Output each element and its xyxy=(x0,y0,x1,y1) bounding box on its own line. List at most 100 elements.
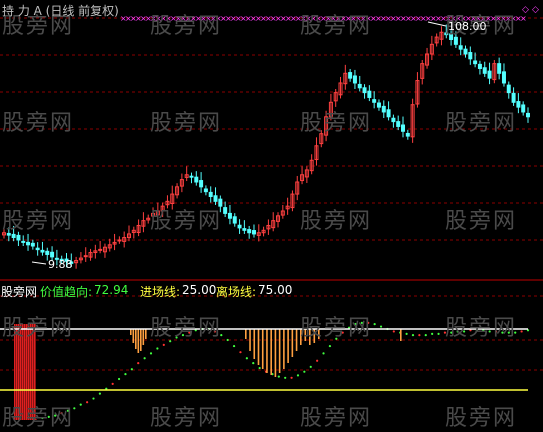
watermark-text: 股旁网 xyxy=(300,14,373,39)
entry-label: 进场线: xyxy=(140,285,181,299)
indicator-dot xyxy=(162,343,165,346)
indicator-dot xyxy=(92,397,95,400)
indicator-dot xyxy=(316,359,319,362)
trend-bar xyxy=(278,329,281,373)
indicator-dot xyxy=(156,347,159,350)
candle-body xyxy=(511,92,516,103)
indicator-dot xyxy=(520,330,523,333)
candle-body xyxy=(477,63,482,69)
candle-body xyxy=(45,250,50,255)
trend-bar xyxy=(253,329,256,359)
candle-body xyxy=(352,75,357,84)
candle-body xyxy=(396,121,401,127)
candle-body xyxy=(223,207,228,214)
indicator-dot xyxy=(284,376,287,379)
trend-bar xyxy=(400,329,402,341)
candle-body xyxy=(98,248,103,251)
candle-body xyxy=(232,216,237,224)
candle-body xyxy=(405,132,410,137)
watermark-text: 股旁网 xyxy=(150,111,223,136)
candle-body xyxy=(16,234,21,241)
watermark-text: 股旁网 xyxy=(2,209,75,234)
indicator-dot xyxy=(437,332,440,335)
candle-body xyxy=(117,239,122,242)
candle-body xyxy=(247,229,252,234)
chart-title: 持 力 A (日线 前复权) xyxy=(2,4,119,18)
indicator-dot xyxy=(431,332,434,335)
trend-bar xyxy=(261,329,264,369)
signal-marker: × xyxy=(520,14,527,23)
trend-label: 价值趋向: xyxy=(40,285,93,299)
trend-bar xyxy=(137,329,140,353)
indicator-dot xyxy=(137,362,140,365)
candle-body xyxy=(362,87,367,94)
watermark-text: 股旁网 xyxy=(445,111,518,136)
indicator-dot xyxy=(111,382,114,385)
watermark-text: 股旁网 xyxy=(2,111,75,136)
candle-body xyxy=(35,247,40,251)
trend-bar xyxy=(291,329,294,357)
watermark-text: 股旁网 xyxy=(150,316,223,341)
candle-body xyxy=(242,228,247,231)
watermark-text: 股旁网 xyxy=(150,209,223,234)
indicator-dot xyxy=(86,401,89,404)
candle-body xyxy=(473,60,478,65)
indicator-dot xyxy=(124,373,127,376)
candle-body xyxy=(501,71,506,84)
candle-body xyxy=(376,102,381,108)
candle-body xyxy=(487,70,492,79)
trend-bar xyxy=(130,329,132,335)
candle-body xyxy=(26,241,31,246)
candle-body xyxy=(237,224,242,229)
chart-area[interactable]: × × × × × × × × × × × × × × × × × × × × × × × × × × × × × × × × × × × × × × × ×… xyxy=(0,0,543,431)
high-price-label: 108.00 xyxy=(448,20,487,33)
trend-bar xyxy=(270,329,272,375)
indicator-dot xyxy=(328,344,332,348)
trend-bar xyxy=(135,329,137,349)
indicator-dot xyxy=(117,377,121,381)
low-pointer xyxy=(31,261,47,265)
candle-body xyxy=(357,83,362,89)
indicator-dot xyxy=(424,334,427,337)
candle-body xyxy=(227,212,232,219)
candle-body xyxy=(208,191,213,197)
candle-body xyxy=(203,188,208,193)
indicator-dot xyxy=(303,370,306,373)
indicator-dot xyxy=(379,325,383,328)
indicator-dot xyxy=(309,365,312,368)
watermark-text: 股旁网 xyxy=(445,316,518,341)
indicator-dot xyxy=(239,351,242,354)
candle-body xyxy=(497,63,502,74)
candle-body xyxy=(391,117,396,123)
candle-body xyxy=(251,230,256,235)
candle-body xyxy=(367,90,372,98)
indicator-dot xyxy=(252,362,255,365)
watermark-text: 股旁网 xyxy=(150,406,223,431)
candle-body xyxy=(40,249,45,253)
trend-bar xyxy=(295,329,298,351)
candle-body xyxy=(386,109,391,118)
trend-bar xyxy=(257,329,260,365)
indicator-dot xyxy=(79,403,82,406)
trend-bar xyxy=(249,329,251,351)
candle-body xyxy=(482,67,487,74)
watermark-text: 股旁网 xyxy=(150,14,223,39)
indicator-dot xyxy=(411,334,415,337)
trend-bar xyxy=(274,329,277,377)
indicator-dot xyxy=(296,374,300,377)
indicator-dot xyxy=(322,352,325,355)
watermark-text: 股旁网 xyxy=(300,209,373,234)
trend-bar xyxy=(266,329,268,373)
candle-body xyxy=(83,255,88,258)
candle-body xyxy=(50,251,55,258)
entry-value: 25.00 xyxy=(182,283,217,297)
indicator-dot xyxy=(149,352,153,355)
watermark-text: 股旁网 xyxy=(445,406,518,431)
trend-bar xyxy=(140,329,142,351)
indicator-dot xyxy=(405,332,408,335)
candle-body xyxy=(194,176,199,183)
candle-body xyxy=(458,45,463,50)
candle-body xyxy=(526,112,530,118)
trend-bar xyxy=(245,329,247,339)
candle-body xyxy=(463,48,468,55)
